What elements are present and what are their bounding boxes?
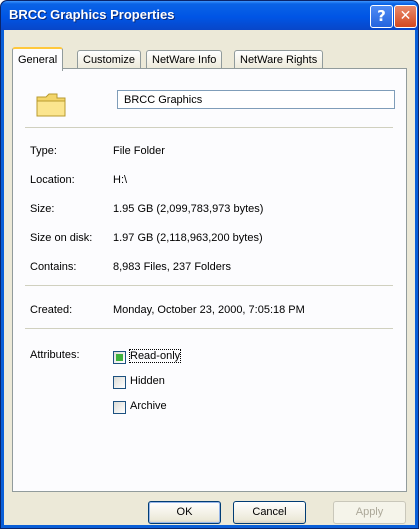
tab-customize[interactable]: Customize: [77, 50, 141, 69]
size-label: Size:: [30, 203, 55, 215]
properties-window: BRCC Graphics Properties ? ✕ General Cus…: [0, 0, 419, 529]
folder-icon: [36, 93, 66, 117]
size-on-disk-value: 1.97 GB (2,118,963,200 bytes): [113, 232, 263, 244]
apply-button[interactable]: Apply: [333, 501, 406, 524]
dialog-body: General Customize NetWare Info NetWare R…: [4, 30, 415, 525]
tab-general[interactable]: General: [12, 47, 64, 71]
created-label: Created:: [30, 304, 73, 316]
archive-label[interactable]: Archive: [130, 400, 167, 412]
help-button[interactable]: ?: [370, 5, 393, 28]
separator: [25, 328, 393, 329]
location-label: Location:: [30, 174, 75, 186]
contains-label: Contains:: [30, 261, 77, 273]
title-bar[interactable]: BRCC Graphics Properties ? ✕: [1, 1, 418, 30]
separator: [25, 285, 393, 286]
size-value: 1.95 GB (2,099,783,973 bytes): [113, 203, 264, 215]
separator: [25, 127, 393, 128]
close-button[interactable]: ✕: [394, 5, 417, 28]
ok-button[interactable]: OK: [148, 501, 221, 524]
hidden-label[interactable]: Hidden: [130, 375, 165, 387]
checkbox-box[interactable]: [113, 376, 126, 389]
size-on-disk-label: Size on disk:: [30, 232, 93, 244]
cancel-button[interactable]: Cancel: [233, 501, 306, 524]
read-only-label[interactable]: Read-only: [128, 349, 182, 363]
type-label: Type:: [30, 145, 57, 157]
tab-netware-rights[interactable]: NetWare Rights: [234, 50, 324, 69]
attributes-label: Attributes:: [30, 349, 80, 361]
contains-value: 8,983 Files, 237 Folders: [113, 261, 232, 273]
general-panel: Type: File Folder Location: H:\ Size: 1.…: [12, 68, 407, 492]
created-value: Monday, October 23, 2000, 7:05:18 PM: [113, 304, 305, 316]
tab-netware-info[interactable]: NetWare Info: [146, 50, 223, 69]
location-value: H:\: [113, 174, 128, 186]
window-title: BRCC Graphics Properties: [9, 7, 175, 22]
folder-name-input[interactable]: [117, 90, 395, 109]
checkbox-box[interactable]: [113, 351, 126, 364]
checkbox-box[interactable]: [113, 401, 126, 414]
type-value: File Folder: [113, 145, 165, 157]
